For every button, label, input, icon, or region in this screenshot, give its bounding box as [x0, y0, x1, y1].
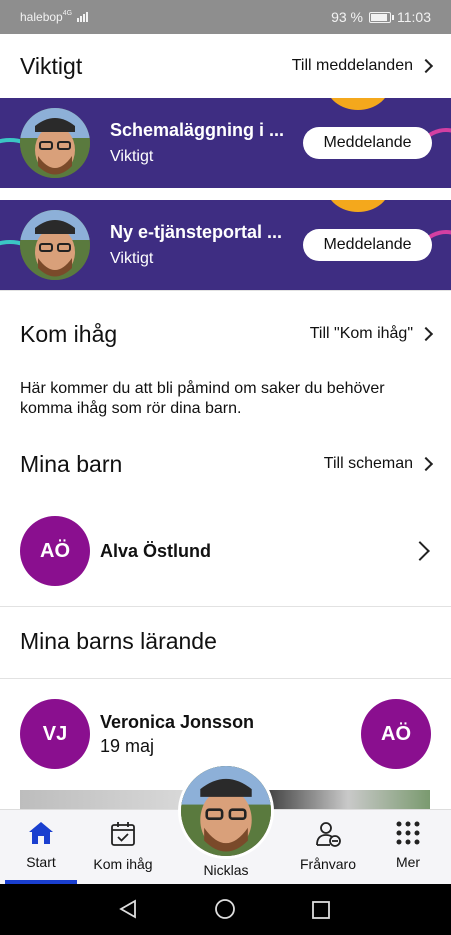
status-right: 93 % 11:03 [331, 9, 431, 25]
larande-title: Mina barns lärande [20, 627, 217, 654]
tab-start[interactable]: Start [5, 810, 77, 885]
banner-title: Schemaläggning i ... [110, 120, 285, 140]
viktigt-title: Viktigt [20, 52, 83, 79]
tab-franvaro[interactable]: Frånvaro [290, 810, 366, 885]
mina-barn-header: Mina barn Till scheman [0, 435, 451, 493]
kom-ihag-text: Här kommer du att bli påmind om saker du… [20, 380, 385, 417]
calendar-check-icon [111, 822, 135, 846]
larande-header: Mina barns lärande [0, 612, 451, 670]
kom-ihag-header: Kom ihåg Till "Kom ihåg" [0, 305, 451, 363]
divider [0, 606, 451, 607]
child-avatar: AÖ [20, 516, 90, 586]
tab-label: Kom ihåg [93, 856, 153, 872]
battery-icon [369, 11, 394, 23]
recent-apps-icon[interactable] [311, 900, 331, 920]
divider [0, 678, 451, 679]
chevron-right-icon [418, 456, 434, 472]
carrier-label: halebop4G [20, 10, 89, 25]
message-button[interactable]: Meddelande [303, 127, 432, 159]
status-bar: halebop4G 93 % 11:03 [0, 0, 451, 34]
to-kom-ihag-link[interactable]: Till "Kom ihåg" [309, 325, 434, 343]
home-nav-icon[interactable] [214, 898, 236, 920]
decor-sun [326, 200, 390, 212]
to-schedules-link[interactable]: Till scheman [323, 455, 434, 473]
to-kom-ihag-label: Till "Kom ihåg" [309, 325, 413, 342]
clock: 11:03 [397, 9, 431, 25]
chevron-right-icon [410, 541, 430, 561]
tab-label: Mer [395, 854, 421, 870]
home-icon [29, 822, 53, 844]
child-list-item[interactable]: AÖ Alva Östlund [0, 516, 451, 588]
signal-icon [77, 11, 89, 25]
carrier-name: halebop [20, 10, 63, 24]
mina-barn-title: Mina barn [20, 450, 123, 477]
system-nav-bar [0, 884, 451, 935]
important-banner[interactable]: Schemaläggning i ... Viktigt Meddelande [0, 98, 451, 188]
grid-dots-icon [396, 821, 420, 845]
child-name: Alva Östlund [100, 541, 212, 561]
person-absence-icon [316, 822, 341, 847]
divider [0, 290, 451, 291]
viktigt-header: Viktigt Till meddelanden [0, 34, 451, 98]
tab-label: Frånvaro [299, 856, 357, 872]
post-author: Veronica Jonsson [100, 712, 255, 732]
author-avatar: VJ [20, 699, 90, 769]
banner-subtitle: Viktigt [110, 250, 154, 267]
decor-sun [326, 98, 390, 110]
network-type: 4G [62, 10, 73, 17]
sender-avatar [20, 108, 90, 178]
back-icon[interactable] [118, 899, 138, 924]
profile-avatar[interactable] [178, 763, 274, 859]
chevron-right-icon [418, 326, 434, 342]
to-messages-link[interactable]: Till meddelanden [291, 57, 434, 75]
post-date: 19 maj [100, 736, 155, 756]
profile-name[interactable]: Nicklas [178, 862, 274, 878]
to-messages-label: Till meddelanden [291, 57, 413, 74]
important-banner[interactable]: Ny e-tjänsteportal ... Viktigt Meddeland… [0, 200, 451, 290]
banner-subtitle: Viktigt [110, 148, 154, 165]
tab-mer[interactable]: Mer [375, 810, 441, 885]
message-button[interactable]: Meddelande [303, 229, 432, 261]
sender-avatar [20, 210, 90, 280]
tab-label: Start [26, 854, 56, 870]
tab-kom-ihag[interactable]: Kom ihåg [85, 810, 161, 885]
battery-percent: 93 % [331, 9, 363, 25]
tagged-child-avatar: AÖ [361, 699, 431, 769]
chevron-right-icon [418, 58, 434, 74]
kom-ihag-title: Kom ihåg [20, 320, 118, 347]
banner-title: Ny e-tjänsteportal ... [110, 222, 283, 242]
to-schedules-label: Till scheman [323, 455, 413, 472]
